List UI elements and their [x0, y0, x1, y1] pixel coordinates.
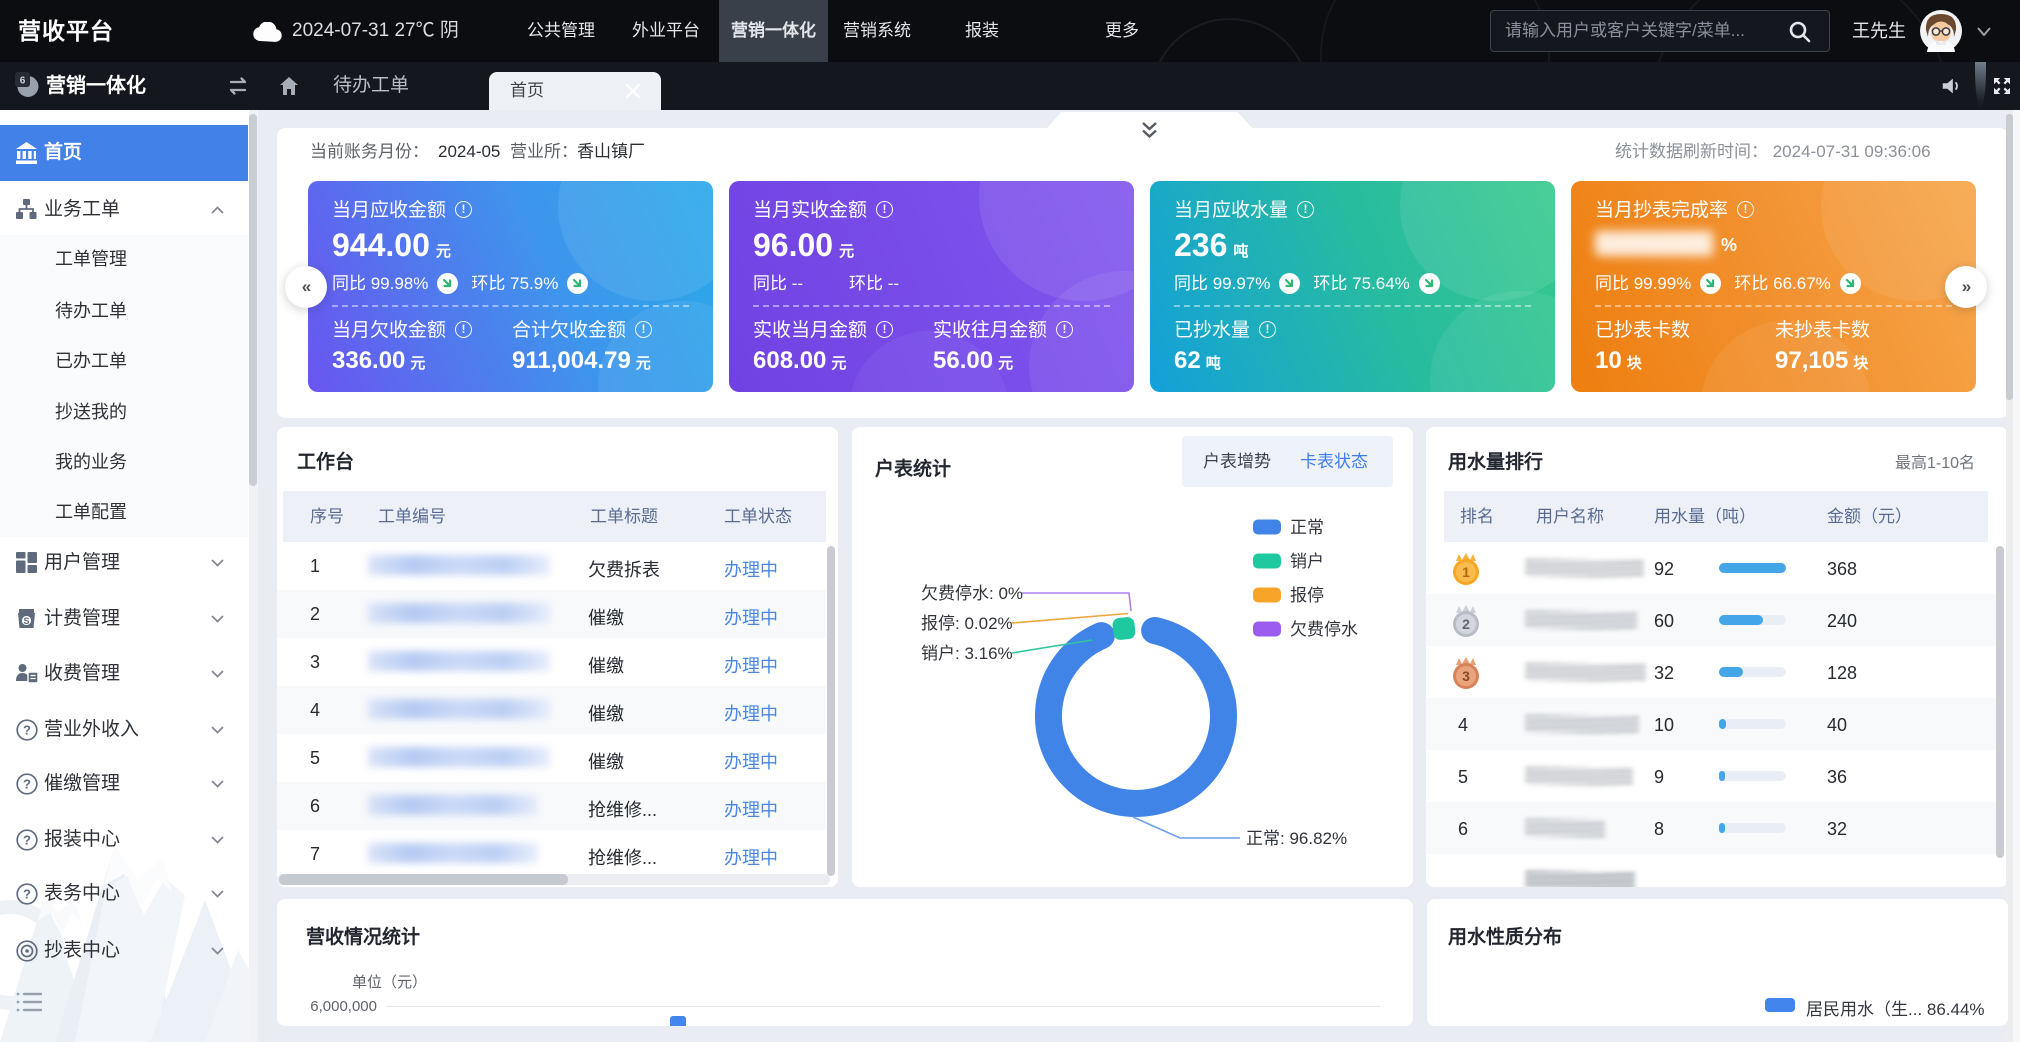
svg-text:?: ?: [23, 723, 31, 738]
svg-text:3: 3: [1462, 668, 1470, 684]
svg-text:报停: 0.02%: 报停: 0.02%: [921, 614, 1013, 633]
svg-text:正常: 96.82%: 正常: 96.82%: [1246, 829, 1347, 848]
svg-text:销户: 3.16%: 销户: 3.16%: [921, 644, 1013, 663]
svg-text:欠费停水: 欠费停水: [1290, 620, 1358, 639]
svg-text:报停: 报停: [1290, 586, 1324, 605]
svg-text:2: 2: [1462, 616, 1470, 632]
svg-text:6: 6: [20, 76, 26, 87]
svg-text:?: ?: [23, 777, 31, 792]
svg-text:1: 1: [1462, 564, 1470, 580]
svg-text:正常: 正常: [1290, 518, 1324, 537]
svg-text:S: S: [23, 616, 29, 626]
svg-text:销户: 销户: [1290, 552, 1324, 571]
svg-text:?: ?: [23, 887, 31, 902]
svg-text:?: ?: [23, 833, 31, 848]
svg-text:欠费停水: 0%: 欠费停水: 0%: [921, 584, 1023, 603]
